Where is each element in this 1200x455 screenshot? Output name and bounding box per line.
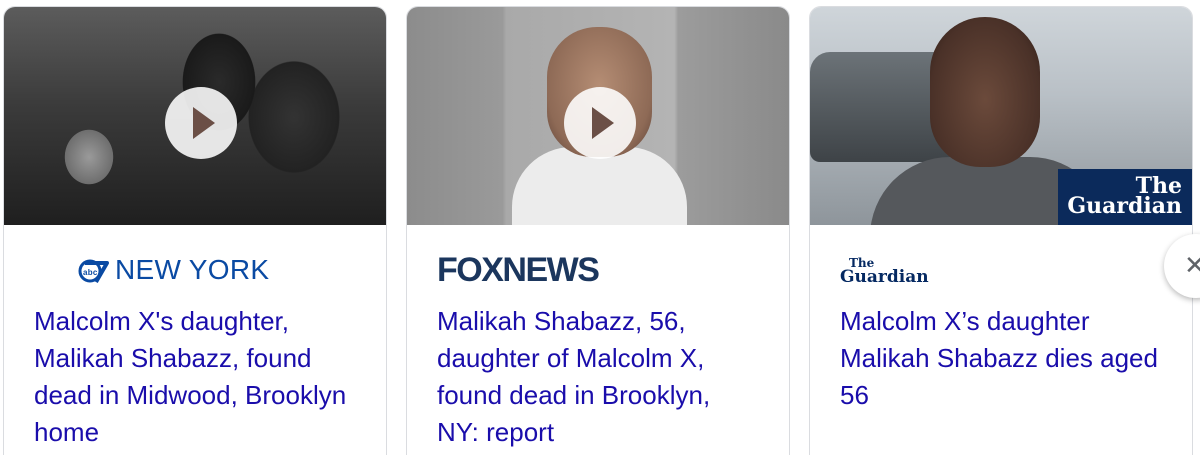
source-abc7-new-york: abc NEW YORK — [77, 250, 269, 290]
abc7-logo-icon: abc — [77, 256, 111, 284]
news-thumbnail[interactable] — [407, 7, 789, 225]
play-button[interactable] — [564, 87, 636, 159]
headline-link[interactable]: Malikah Shabazz, 56, daughter of Malcolm… — [437, 303, 757, 451]
source-label-line-2: Guardian — [840, 267, 929, 287]
headline-link[interactable]: Malcolm X’s daughter Malikah Shabazz die… — [840, 303, 1160, 414]
play-icon — [193, 107, 215, 139]
news-card-guardian[interactable]: The Guardian The Guardian Malcolm X’s da… — [809, 6, 1193, 455]
source-label: NEW YORK — [115, 254, 270, 285]
source-fox-news: FOXNEWS — [437, 250, 600, 290]
guardian-image-badge: The Guardian — [1058, 169, 1192, 225]
play-icon — [592, 107, 614, 139]
thumbnail-face — [930, 17, 1040, 167]
news-thumbnail[interactable]: The Guardian — [810, 7, 1192, 225]
chevron-right-icon: ✕ — [1184, 251, 1200, 281]
source-label: FOXNEWS — [437, 250, 600, 289]
top-stories-carousel: abc NEW YORK Malcolm X's daughter, Malik… — [0, 0, 1200, 455]
play-button[interactable] — [165, 87, 237, 159]
badge-line-2: Guardian — [1067, 193, 1182, 219]
svg-text:abc: abc — [83, 268, 98, 277]
news-card-abc7[interactable]: abc NEW YORK Malcolm X's daughter, Malik… — [3, 6, 387, 455]
source-the-guardian: The Guardian — [840, 250, 929, 290]
headline-link[interactable]: Malcolm X's daughter, Malikah Shabazz, f… — [34, 303, 354, 451]
news-thumbnail[interactable] — [4, 7, 386, 225]
news-card-fox[interactable]: FOXNEWS Malikah Shabazz, 56, daughter of… — [406, 6, 790, 455]
